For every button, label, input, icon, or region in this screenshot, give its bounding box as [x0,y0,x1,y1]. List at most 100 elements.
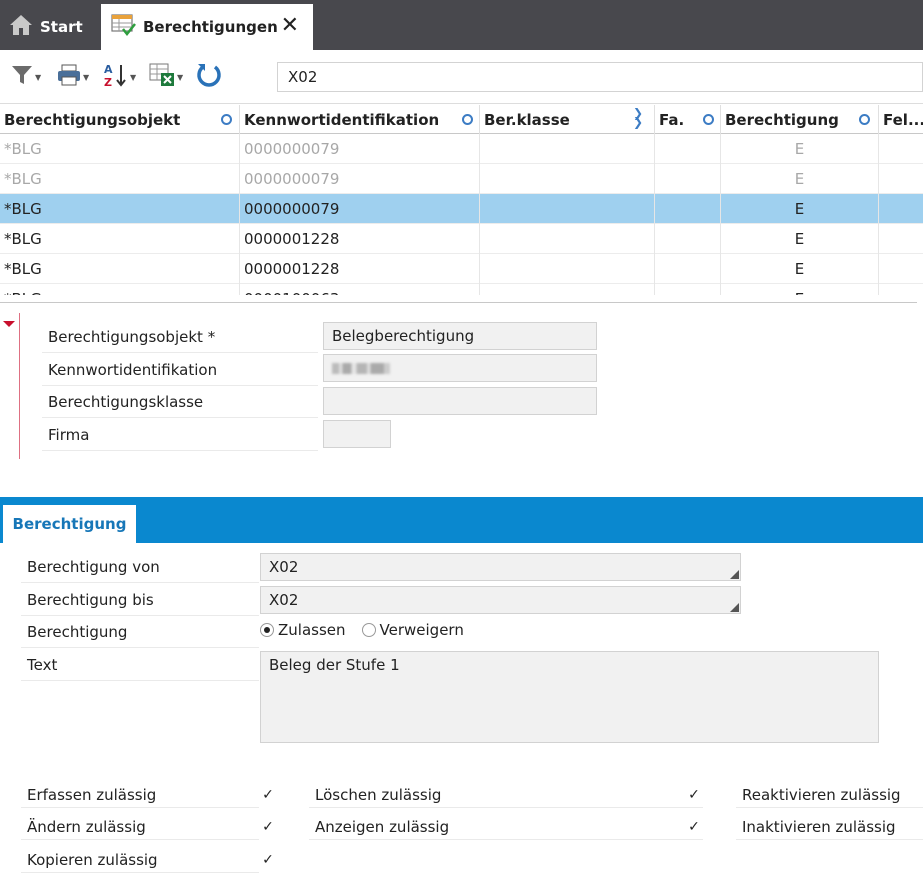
redacted-value [332,363,390,374]
filter-button[interactable]: ▼ [10,64,41,90]
label-text: Text [21,649,259,681]
refresh-button[interactable] [195,64,223,90]
sort-indicator-icon[interactable] [221,114,232,125]
cell-berechtigung: E [721,164,879,194]
cell-berechtigungsobjekt: *BLG [0,284,240,295]
excel-export-button[interactable]: ▼ [148,62,183,92]
cell-kennwortidentifikation: 0000000079 [240,194,480,224]
checkbox-erfassen-zulaessig[interactable]: ✓ [260,787,276,803]
text-field[interactable]: Beleg der Stufe 1 [260,651,879,743]
checkbox-loeschen-zulaessig[interactable]: ✓ [686,787,702,803]
table-row[interactable]: *BLG 0000001228 E [0,224,923,254]
column-header-kennwortidentifikation[interactable]: Kennwortidentifikation [240,105,480,134]
toolbar: ▼ ▼ AZ ▼ ▼ X02 [0,50,923,104]
table-row[interactable]: *BLG 0000001228 E [0,254,923,284]
tab-berechtigung[interactable]: Berechtigung [3,505,136,543]
column-header-label: Fa. [659,110,685,129]
cell-berechtigung: E [721,284,879,295]
cell-firma [655,224,721,254]
cell-firma [655,134,721,164]
radio-zulassen-label[interactable]: Zulassen [278,621,346,639]
cell-berechtigungsobjekt: *BLG [0,134,240,164]
cell-firma [655,284,721,295]
tab-berechtigungen[interactable]: Berechtigungen ✕ [101,4,313,50]
sort-button[interactable]: AZ ▼ [103,62,136,92]
tab-bar: Start Berechtigungen ✕ [0,0,923,50]
search-value: X02 [288,68,318,86]
checkbox-kopieren-zulaessig[interactable]: ✓ [260,852,276,868]
table-row-selected[interactable]: *BLG 0000000079 E [0,194,923,224]
svg-text:A: A [104,63,113,76]
results-grid: Berechtigungsobjekt Kennwortidentifikati… [0,105,923,295]
sort-az-icon: AZ [103,62,129,92]
excel-export-icon [148,62,176,92]
cell-berechtigungsobjekt: *BLG [0,224,240,254]
checkbox-anzeigen-zulaessig[interactable]: ✓ [686,819,702,835]
cell-berklasse [480,134,655,164]
label-aendern-zulaessig: Ändern zulässig [21,814,259,840]
sort-indicator-icon[interactable] [859,114,870,125]
field-firma[interactable] [323,420,391,448]
cell-berechtigungsobjekt: *BLG [0,254,240,284]
checkbox-aendern-zulaessig[interactable]: ✓ [260,819,276,835]
table-row[interactable]: *BLG 0000000079 E [0,164,923,194]
cell-kennwortidentifikation: 0000100063 [240,284,480,295]
label-reaktivieren-zulaessig: Reaktivieren zulässig [736,782,923,808]
text-field-value: Beleg der Stufe 1 [269,656,400,674]
cell-berechtigung: E [721,134,879,164]
column-header-berechtigung[interactable]: Berechtigung [721,105,879,134]
cell-berklasse [480,224,655,254]
sort-indicator-icon[interactable] [462,114,473,125]
cell-berechtigung: E [721,194,879,224]
column-header-fel[interactable]: Fel... [879,105,923,134]
resize-grip-icon[interactable] [730,603,739,612]
column-header-label: Fel... [883,110,923,129]
section-tab-bar: Berechtigung [0,497,923,543]
radio-verweigern-label[interactable]: Verweigern [380,621,464,639]
column-header-label: Kennwortidentifikation [244,110,440,129]
cell-kennwortidentifikation: 0000001228 [240,254,480,284]
cell-kennwortidentifikation: 0000000079 [240,164,480,194]
label-berechtigungsklasse: Berechtigungsklasse [42,386,318,418]
home-icon [8,13,34,41]
grid-header: Berechtigungsobjekt Kennwortidentifikati… [0,105,923,134]
field-value: Belegberechtigung [332,327,475,345]
field-kennwortidentifikation[interactable] [323,354,597,382]
column-header-label: Berechtigung [725,110,839,129]
cell-berechtigung: E [721,254,879,284]
radio-zulassen[interactable] [260,623,274,637]
label-inaktivieren-zulaessig: Inaktivieren zulässig [736,814,923,840]
column-header-firma[interactable]: Fa. [655,105,721,134]
tab-start[interactable]: Start [8,8,83,46]
panel-indicator-line [19,313,20,459]
label-firma: Firma [42,419,318,451]
column-header-label: Ber.klasse [484,110,570,129]
field-berechtigung-bis[interactable]: X02 [260,586,741,614]
table-row[interactable]: *BLG 0000100063 E [0,284,923,295]
cell-berklasse [480,194,655,224]
tab-label: Berechtigungen [143,18,278,36]
close-icon[interactable]: ✕ [281,15,299,37]
field-value: X02 [269,558,299,576]
collapse-icon[interactable] [3,321,15,327]
field-berechtigungsobjekt[interactable]: Belegberechtigung [323,322,597,350]
sort-descending-icon[interactable]: ❯ ❯ [633,107,643,128]
field-value: X02 [269,591,299,609]
cell-berklasse [480,254,655,284]
field-berechtigungsklasse[interactable] [323,387,597,415]
cell-kennwortidentifikation: 0000000079 [240,134,480,164]
column-header-berklasse[interactable]: Ber.klasse ❯ ❯ [480,105,655,134]
label-kopieren-zulaessig: Kopieren zulässig [21,847,259,873]
search-input[interactable]: X02 [277,62,923,92]
field-berechtigung-von[interactable]: X02 [260,553,741,581]
column-header-berechtigungsobjekt[interactable]: Berechtigungsobjekt [0,105,240,134]
resize-grip-icon[interactable] [730,570,739,579]
cell-berklasse [480,284,655,295]
print-button[interactable]: ▼ [56,64,89,90]
label-loeschen-zulaessig: Löschen zulässig [309,782,703,808]
sort-indicator-icon[interactable] [703,114,714,125]
table-row[interactable]: *BLG 0000000079 E [0,134,923,164]
cell-berklasse [480,164,655,194]
permissions-grid-icon [111,13,137,41]
radio-verweigern[interactable] [361,623,376,637]
